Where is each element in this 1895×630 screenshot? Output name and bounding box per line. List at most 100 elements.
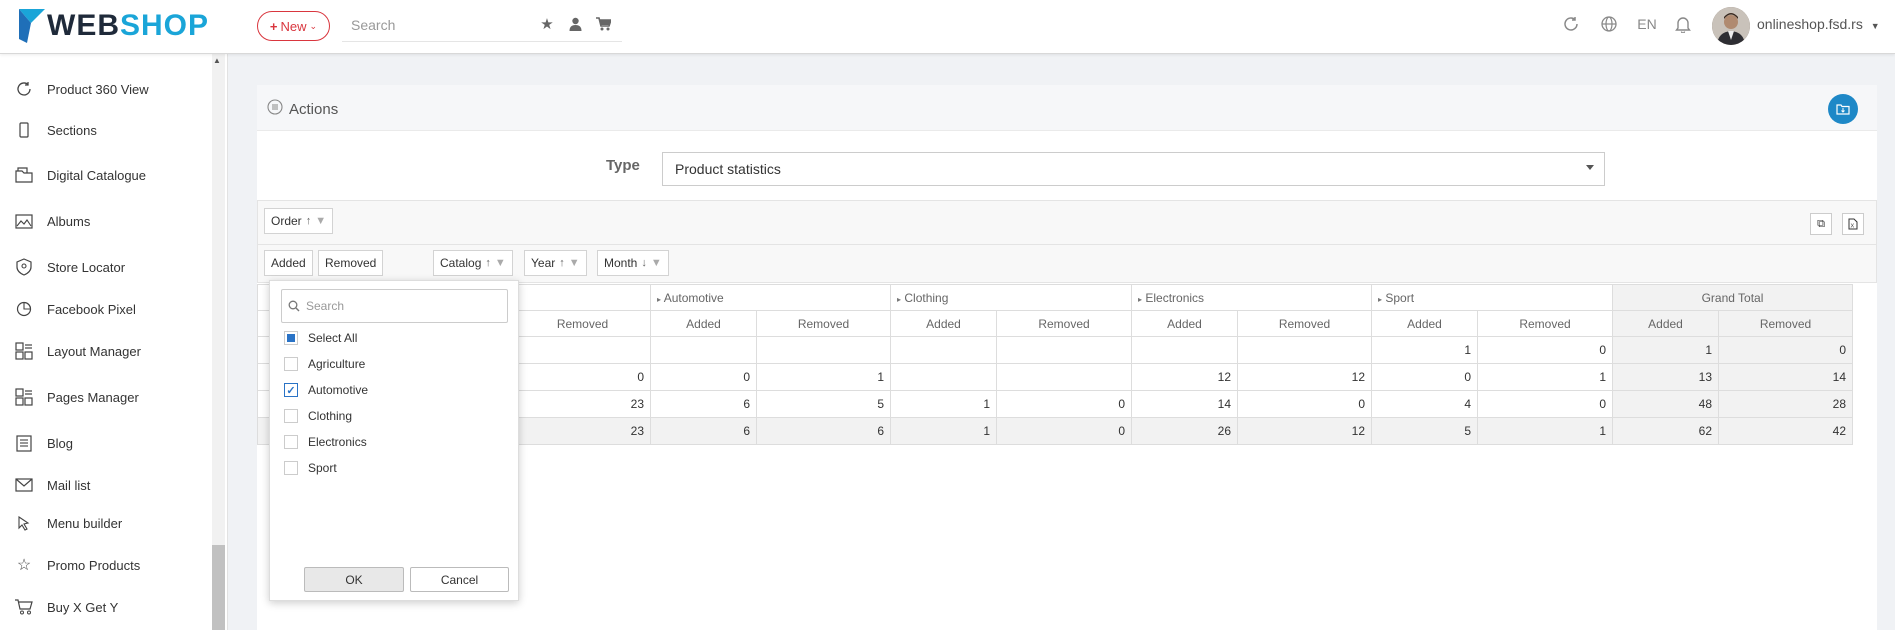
checkbox[interactable] [284,435,298,449]
sidebar-item-albums[interactable]: Albums [14,209,90,233]
filter-icon[interactable]: ▼ [651,257,662,269]
pixel-icon [14,299,34,319]
sidebar-item-pages-manager[interactable]: Pages Manager [14,385,139,409]
table-cell [890,363,997,391]
new-button[interactable]: + New ⌄ [257,11,330,41]
filter-icon[interactable]: ▼ [315,215,326,227]
bell-icon[interactable] [1672,13,1694,35]
table-cell: 13 [1612,363,1719,391]
filter-search-input[interactable]: Search [281,289,508,323]
table-cell [996,363,1132,391]
sidebar-scrollbar[interactable] [212,54,225,630]
svg-text:X: X [1851,224,1855,230]
sidebar-item-store-locator[interactable]: Store Locator [14,255,125,279]
cancel-button[interactable]: Cancel [410,567,509,592]
sidebar-item-promo-products[interactable]: ☆ Promo Products [14,553,140,577]
location-icon [14,257,34,277]
search-placeholder: Search [351,16,396,33]
checkbox[interactable] [284,461,298,475]
rotate-icon [14,79,34,99]
field-chip-order[interactable]: Order ↑ ▼ [264,208,334,234]
folder-icon [1836,104,1850,115]
export-excel-icon[interactable]: X [1842,213,1864,235]
filter-option-electronics[interactable]: Electronics [284,432,367,452]
sidebar-item-facebook-pixel[interactable]: Facebook Pixel [14,297,136,321]
scroll-up-arrow-icon[interactable]: ▲ [213,56,221,65]
column-header-automotive[interactable]: ▸ Automotive [650,284,891,311]
checkbox-checked[interactable]: ✓ [284,383,298,397]
column-chooser-icon[interactable]: ⧉ [1810,213,1832,235]
sidebar-item-layout-manager[interactable]: Layout Manager [14,339,141,363]
column-header-grand-total: Grand Total [1612,284,1853,311]
filter-icon[interactable]: ▼ [569,257,580,269]
chip-label: Month [604,256,638,270]
catalog-filter-popup: Search Select All Agriculture ✓ Automoti… [269,280,519,601]
header-cell: Removed [514,310,651,337]
sidebar-item-menu-builder[interactable]: Menu builder [14,511,122,535]
table-cell: 6 [650,417,757,445]
cart-icon[interactable] [594,15,612,33]
menu-icon [14,513,34,533]
sidebar-item-buy-x-get-y[interactable]: Buy X Get Y [14,595,118,619]
webshop-logo[interactable]: WEBSHOP [19,6,209,46]
chip-label: Added [271,256,306,270]
logo-mark-icon [19,9,45,43]
column-header-electronics[interactable]: ▸ Electronics [1131,284,1372,311]
logo-text-web: WEB [47,9,120,42]
avatar[interactable] [1712,7,1750,45]
sidebar-item-label: Product 360 View [47,81,149,97]
type-select[interactable]: Product statistics [662,152,1605,186]
table-cell: 26 [1131,417,1238,445]
field-chip-month[interactable]: Month ↓ ▼ [597,250,669,276]
language-selector[interactable]: EN [1634,13,1660,35]
header-cell: Removed [1237,310,1372,337]
sidebar-item-mail-list[interactable]: Mail list [14,473,90,497]
actions-header[interactable]: Actions [267,99,338,119]
field-chip-year[interactable]: Year ↑ ▼ [524,250,587,276]
table-cell [650,336,757,364]
checkbox[interactable] [284,409,298,423]
star-icon[interactable]: ★ [538,15,556,33]
header-cell: Removed [1718,310,1853,337]
sidebar-item-label: Layout Manager [47,343,141,359]
sidebar-item-blog[interactable]: Blog [14,431,73,455]
table-cell: 0 [996,417,1132,445]
field-chip-catalog[interactable]: Catalog ↑ ▼ [433,250,513,276]
sidebar-item-digital-catalogue[interactable]: Digital Catalogue [14,163,146,187]
table-cell: 6 [650,390,757,418]
pages-icon [14,387,34,407]
sidebar-item-label: Buy X Get Y [47,599,119,615]
blog-icon [14,433,34,453]
ok-button[interactable]: OK [304,567,404,592]
table-cell: 1 [1371,336,1478,364]
logo-text-shop: SHOP [120,9,210,42]
field-chip-removed[interactable]: Removed [318,250,384,276]
column-header-sport[interactable]: ▸ Sport [1371,284,1613,311]
checkbox-indeterminate[interactable] [284,331,298,345]
user-icon[interactable] [566,15,584,33]
filter-option-label: Select All [308,331,358,345]
sidebar-item-label: Menu builder [47,515,123,531]
filter-option-agriculture[interactable]: Agriculture [284,354,365,374]
checkbox[interactable] [284,357,298,371]
folder-button[interactable] [1828,94,1858,124]
column-header-clothing[interactable]: ▸ Clothing [890,284,1132,311]
sidebar-item-sections[interactable]: Sections [14,118,97,142]
table-cell [890,336,997,364]
type-label: Type [606,157,640,174]
sidebar-item-product-360-view[interactable]: Product 360 View [14,77,149,101]
table-cell: 48 [1612,390,1719,418]
filter-option-clothing[interactable]: Clothing [284,406,352,426]
filter-icon[interactable]: ▼ [495,257,506,269]
filter-option-sport[interactable]: Sport [284,458,337,478]
sidebar-item-label: Facebook Pixel [47,301,136,317]
filter-search-placeholder: Search [306,299,345,313]
refresh-icon[interactable] [1560,13,1582,35]
filter-option-automotive[interactable]: ✓ Automotive [284,380,368,400]
globe-icon[interactable] [1598,13,1620,35]
field-chip-added[interactable]: Added [264,250,313,276]
table-cell: 0 [1477,390,1613,418]
filter-option-select-all[interactable]: Select All [284,328,357,348]
user-menu[interactable]: onlineshop.fsd.rs ▼ [1757,16,1880,32]
sidebar-scrollbar-thumb[interactable] [212,545,225,630]
